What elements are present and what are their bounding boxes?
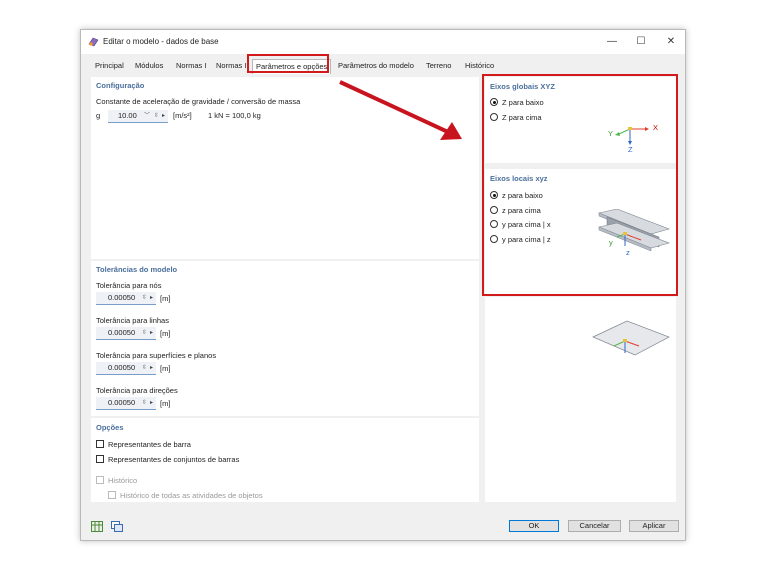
annotation-arrow <box>339 80 462 140</box>
